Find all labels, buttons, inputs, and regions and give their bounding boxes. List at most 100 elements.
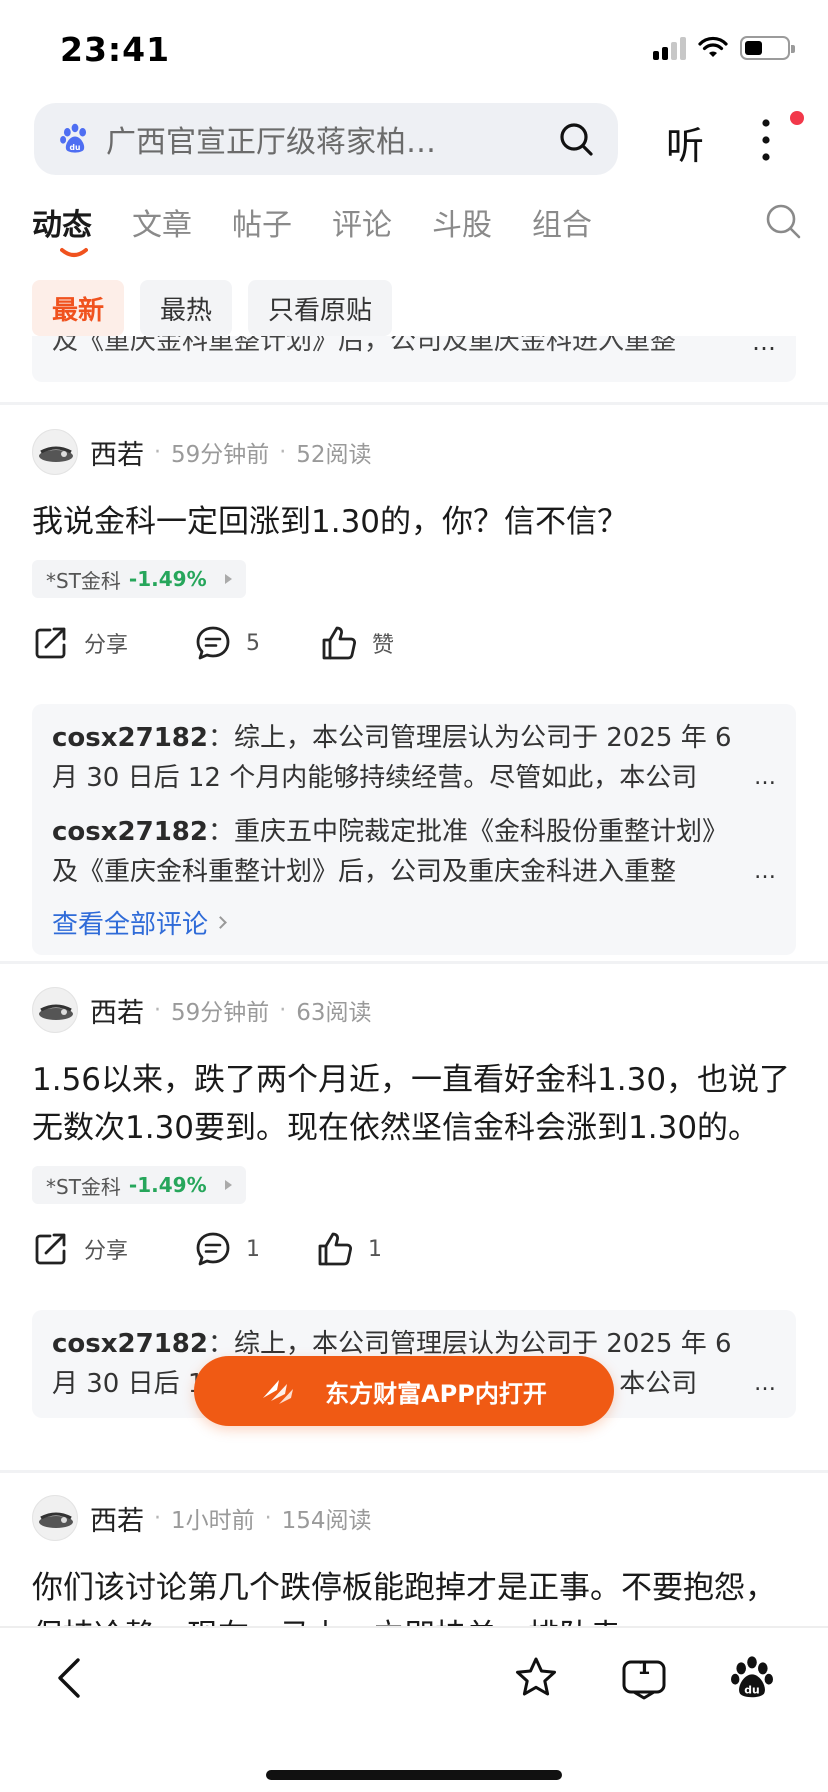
- ellipsis: …: [754, 859, 776, 884]
- triangle-right-icon: [224, 1180, 232, 1190]
- tab-tiezi[interactable]: 帖子: [232, 200, 292, 244]
- share-label: 分享: [84, 633, 129, 658]
- post-header: 西若 · 1小时前 · 154阅读: [32, 1494, 796, 1542]
- author-name[interactable]: 西若: [90, 1499, 144, 1538]
- tab-wenzhang[interactable]: 文章: [132, 200, 192, 244]
- meta-separator: ·: [279, 997, 287, 1023]
- post-text[interactable]: 我说金科一定回涨到1.30的，你？信不信？: [32, 498, 796, 546]
- tab-pinglun[interactable]: 评论: [332, 200, 392, 244]
- tab-dougu[interactable]: 斗股: [432, 200, 492, 244]
- share-icon: [35, 627, 66, 659]
- post-card[interactable]: 西若 · 59分钟前 · 52阅读 我说金科一定回涨到1.30的，你？信不信？ …: [32, 428, 796, 955]
- svg-text:du: du: [744, 1684, 759, 1697]
- tab-active-indicator: [60, 248, 88, 257]
- avatar[interactable]: [32, 987, 78, 1033]
- thumbs-up-icon: [322, 626, 356, 660]
- search-input[interactable]: du 广西官宣正厅级蒋家柏…: [34, 103, 618, 175]
- search-icon[interactable]: [558, 121, 594, 157]
- stock-tag[interactable]: *ST金科 -1.49%: [32, 1166, 246, 1204]
- comment-user[interactable]: cosx27182: [52, 817, 208, 847]
- filter-chips: 最新 最热 只看原贴: [32, 280, 393, 336]
- comment-user[interactable]: cosx27182: [52, 723, 208, 753]
- open-in-app-label: 东方财富APP内打开: [325, 1379, 547, 1408]
- home-indicator: [266, 1770, 562, 1780]
- search-icon[interactable]: [764, 202, 802, 240]
- post-header: 西若 · 59分钟前 · 52阅读: [32, 428, 796, 476]
- filter-hot[interactable]: 最热: [140, 280, 233, 336]
- view-all-comments-link[interactable]: 查看全部评论: [52, 904, 776, 941]
- share-icon: [35, 1233, 66, 1265]
- divider: [0, 961, 828, 964]
- view-all-label: 查看全部评论: [52, 910, 209, 940]
- meta-separator: ·: [154, 439, 161, 465]
- search-placeholder: 广西官宣正厅级蒋家柏…: [106, 125, 436, 160]
- meta-separator: ·: [264, 1505, 272, 1531]
- chevron-right-icon: [214, 916, 227, 929]
- meta-separator: ·: [279, 439, 287, 465]
- eastmoney-logo-icon: [263, 1380, 294, 1404]
- like-button[interactable]: 赞: [320, 624, 394, 662]
- baidu-paw-icon: du: [60, 123, 87, 153]
- like-button[interactable]: 1: [316, 1230, 382, 1268]
- comment-item[interactable]: cosx27182：综上，本公司管理层认为公司于 2025 年 6 月 30 日…: [52, 718, 776, 798]
- svg-text:du: du: [70, 143, 81, 152]
- comment-item[interactable]: cosx27182：重庆五中院裁定批准《金科股份重整计划》及《重庆金科重整计划》…: [52, 812, 776, 892]
- wifi-icon: [698, 36, 728, 57]
- avatar[interactable]: [32, 1495, 78, 1541]
- like-count: 1: [368, 1236, 382, 1262]
- comment-icon: [196, 626, 230, 660]
- stock-tag[interactable]: *ST金科 -1.49%: [32, 560, 246, 598]
- post-card[interactable]: 西若 · 59分钟前 · 63阅读 1.56以来，跌了两个月近，一直看好金科1.…: [32, 986, 796, 1418]
- notification-dot: [790, 111, 804, 125]
- read-count: 63阅读: [296, 1000, 372, 1026]
- ellipsis: …: [752, 336, 776, 356]
- star-icon[interactable]: [512, 1654, 560, 1702]
- tab-dongtai[interactable]: 动态: [32, 200, 92, 244]
- post-time: 59分钟前: [171, 442, 270, 468]
- author-name[interactable]: 西若: [90, 991, 144, 1030]
- share-button[interactable]: 分享: [32, 1230, 128, 1268]
- filter-original-only[interactable]: 只看原贴: [248, 280, 393, 336]
- comment-separator: ：: [207, 817, 234, 847]
- comment-preview-box[interactable]: cosx27182：综上，本公司管理层认为公司于 2025 年 6 月 30 日…: [32, 704, 796, 955]
- comment-separator: ：: [207, 1329, 234, 1359]
- comment-count: 5: [246, 630, 260, 656]
- meta-separator: ·: [154, 997, 161, 1023]
- divider: [0, 402, 828, 405]
- signal-icon: [653, 36, 686, 60]
- post-actions: 分享 5 赞: [32, 624, 796, 674]
- status-time: 23:41: [60, 30, 171, 69]
- meta-separator: ·: [154, 1505, 161, 1531]
- filter-latest[interactable]: 最新: [32, 280, 125, 336]
- post-time: 59分钟前: [171, 1000, 270, 1026]
- comment-user[interactable]: cosx27182: [52, 1329, 208, 1359]
- stock-change: -1.49%: [128, 567, 207, 591]
- like-label: 赞: [372, 633, 395, 658]
- thumbs-up-icon: [318, 1232, 352, 1266]
- comment-separator: ：: [207, 723, 234, 753]
- post-text[interactable]: 你们该讨论第几个跌停板能跑掉才是正事。不要抱怨，保持冷静，现在，马上，立即挂单，…: [32, 1564, 796, 1626]
- tab-zuhe[interactable]: 组合: [532, 200, 592, 244]
- share-button[interactable]: 分享: [32, 624, 128, 662]
- battery-icon: [740, 36, 795, 60]
- listen-button[interactable]: 听: [666, 115, 704, 170]
- comment-button[interactable]: 1: [194, 1230, 260, 1268]
- post-header: 西若 · 59分钟前 · 63阅读: [32, 986, 796, 1034]
- comment-button[interactable]: 5: [194, 624, 260, 662]
- status-bar: 23:41: [0, 0, 828, 100]
- previous-comment-preview: 及《重庆金科重整计划》后，公司及重庆金科进入重整 …: [32, 336, 796, 382]
- search-row: du 广西官宣正厅级蒋家柏… 听: [34, 103, 804, 177]
- post-text[interactable]: 1.56以来，跌了两个月近，一直看好金科1.30，也说了无数次1.30要到。现在…: [32, 1056, 796, 1152]
- open-in-app-button[interactable]: 东方财富APP内打开: [194, 1356, 614, 1426]
- author-name[interactable]: 西若: [90, 433, 144, 472]
- post-actions: 分享 1 1: [32, 1230, 796, 1280]
- back-icon[interactable]: [46, 1654, 94, 1702]
- avatar[interactable]: [32, 429, 78, 475]
- baidu-paw-icon[interactable]: du: [728, 1654, 776, 1702]
- share-label: 分享: [84, 1239, 129, 1264]
- more-vertical-icon[interactable]: [756, 117, 776, 163]
- triangle-right-icon: [224, 574, 232, 584]
- post-card[interactable]: 西若 · 1小时前 · 154阅读 你们该讨论第几个跌停板能跑掉才是正事。不要抱…: [32, 1494, 796, 1626]
- tabs-button[interactable]: 1: [620, 1654, 668, 1702]
- bottom-toolbar: 1 du: [0, 1626, 828, 1792]
